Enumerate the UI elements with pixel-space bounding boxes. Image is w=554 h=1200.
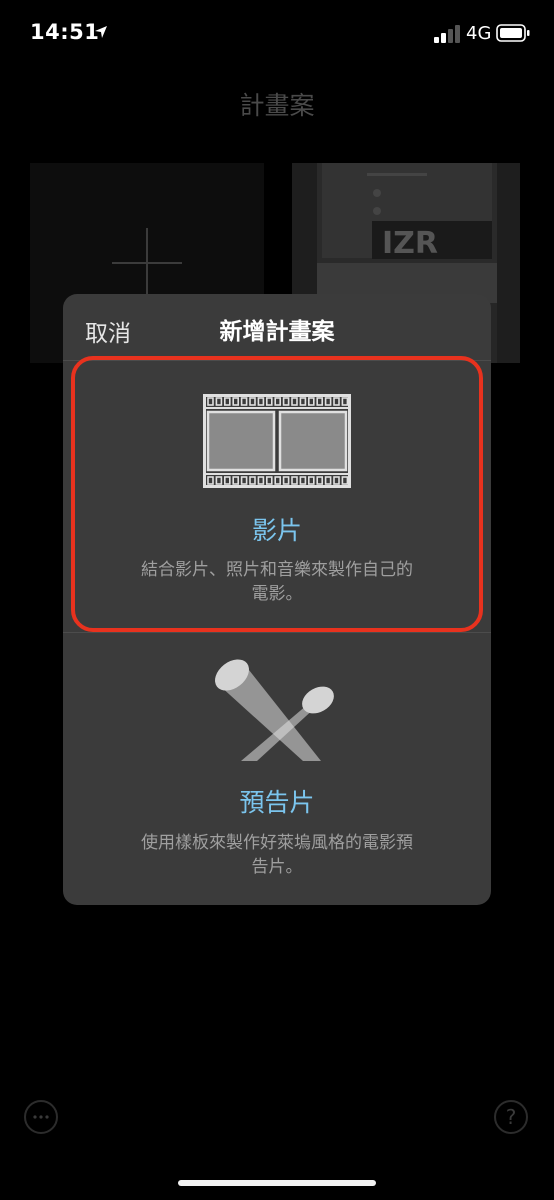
status-time: 14:51 — [30, 20, 100, 44]
status-bar: 14:51 4G — [0, 0, 554, 70]
help-button[interactable]: ? — [494, 1100, 528, 1134]
ellipsis-icon — [33, 1115, 49, 1119]
battery-icon — [496, 24, 530, 42]
trailer-option-description: 使用樣板來製作好萊塢風格的電影預告片。 — [141, 833, 413, 877]
more-options-button[interactable] — [24, 1100, 58, 1134]
highlight-frame — [71, 356, 483, 632]
sheet-header: 取消 新增計畫案 — [63, 294, 491, 360]
network-type: 4G — [466, 23, 492, 44]
spotlights-icon — [215, 659, 334, 761]
trailer-option-title: 預告片 — [239, 788, 315, 817]
sheet-title: 新增計畫案 — [219, 319, 335, 345]
plus-icon — [146, 228, 148, 300]
projects-page-title: 計畫案 — [239, 91, 315, 120]
plus-icon-bar — [112, 262, 182, 264]
home-indicator[interactable] — [178, 1180, 376, 1186]
trailer-option[interactable]: 預告片 使用樣板來製作好萊塢風格的電影預告片。 — [63, 633, 491, 905]
location-arrow-icon — [95, 26, 107, 38]
signal-icon — [434, 25, 460, 43]
svg-text:IZR: IZR — [382, 226, 438, 261]
